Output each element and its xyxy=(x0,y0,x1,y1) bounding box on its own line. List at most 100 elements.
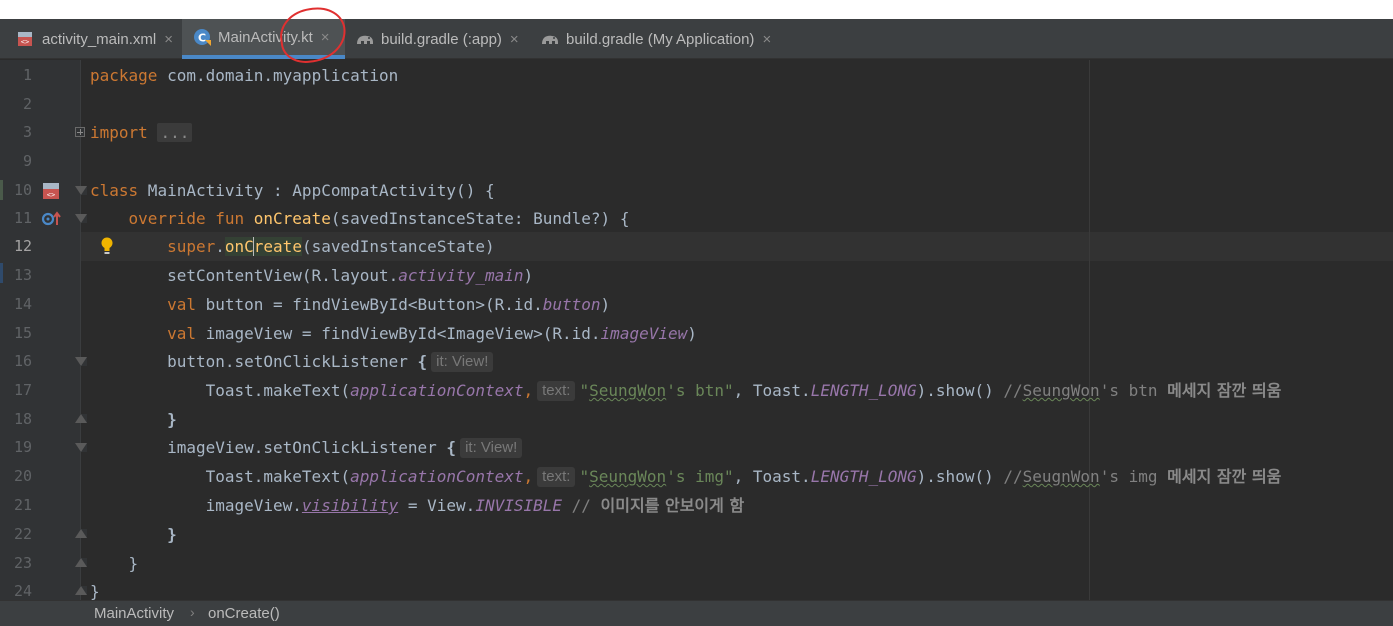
line-number: 16 xyxy=(13,352,32,370)
breadcrumb-class[interactable]: MainActivity xyxy=(94,605,174,622)
tab-activity-main-xml[interactable]: <> activity_main.xml × xyxy=(0,19,182,59)
code-text: ).show() xyxy=(916,467,994,486)
line-number: 21 xyxy=(13,496,32,514)
line-number: 12 xyxy=(13,237,32,255)
string-quote: " xyxy=(579,381,590,400)
code-text: Toast.makeText( xyxy=(205,381,351,400)
string-typo: SeungWon xyxy=(589,467,667,486)
function-name: onCreate xyxy=(253,209,331,228)
line-number: 13 xyxy=(13,266,32,284)
kotlin-class-icon: C xyxy=(194,29,211,46)
code-text: imageView.setOnClickListener xyxy=(167,438,447,457)
inlay-hint: it: View! xyxy=(460,438,523,458)
code-text: setContentView(R.layout. xyxy=(167,266,399,285)
code-line: 23 } xyxy=(0,549,1393,578)
editor-tab-bar: <> activity_main.xml × C MainActivity.kt… xyxy=(0,19,1393,59)
line-number: 14 xyxy=(13,295,32,313)
tab-build-gradle-project[interactable]: build.gradle (My Application) × xyxy=(530,19,800,59)
code-text: ) xyxy=(687,324,697,343)
line-number: 20 xyxy=(13,467,32,485)
code-text: (savedInstanceState: Bundle?) { xyxy=(330,209,630,228)
code-text: } xyxy=(90,582,100,600)
code-line: 1 package com.domain.myapplication xyxy=(0,61,1393,90)
code-text: ) xyxy=(523,266,534,285)
line-number: 11 xyxy=(13,209,32,227)
keyword: super xyxy=(167,237,216,256)
fold-end-icon[interactable] xyxy=(75,586,87,595)
code-line: 20 Toast.makeText(applicationContext, tex… xyxy=(0,462,1393,491)
lambda-brace: { xyxy=(446,438,457,457)
line-number: 2 xyxy=(22,95,32,113)
string-literal: 's btn" xyxy=(666,381,734,400)
code-line: 24 } xyxy=(0,577,1393,600)
code-line: 17 Toast.makeText(applicationContext, tex… xyxy=(0,376,1393,405)
code-line: 11 override fun onCreate(savedInstanceSt… xyxy=(0,204,1393,233)
folded-imports[interactable]: ... xyxy=(157,123,193,142)
layout-gutter-icon[interactable]: <> xyxy=(40,180,62,202)
fold-collapse-icon[interactable] xyxy=(75,186,87,195)
tab-build-gradle-app[interactable]: build.gradle (:app) × xyxy=(345,19,530,59)
code-text: imageView. xyxy=(205,496,302,515)
fold-end-icon[interactable] xyxy=(75,414,87,423)
comment: // xyxy=(562,496,601,515)
line-number: 9 xyxy=(22,152,32,170)
toolbar-device-selector[interactable] xyxy=(898,0,1058,20)
keyword: class xyxy=(90,181,139,200)
code-line: 16 button.setOnClickListener {it: View! xyxy=(0,347,1393,376)
breadcrumb: MainActivity › onCreate() xyxy=(0,600,1393,626)
code-line: 2 xyxy=(0,90,1393,119)
line-number: 10 xyxy=(13,181,32,199)
fold-collapse-icon[interactable] xyxy=(75,357,87,366)
close-tab-icon[interactable]: × xyxy=(510,31,519,48)
comment-korean: 이미지를 안보이게 함 xyxy=(600,496,745,515)
code-line: 3 import ... xyxy=(0,118,1393,147)
line-number: 23 xyxy=(13,554,32,572)
svg-text:<>: <> xyxy=(47,191,55,199)
line-number: 17 xyxy=(13,381,32,399)
comment: // xyxy=(993,467,1023,486)
keyword: val xyxy=(167,324,196,343)
fold-collapse-icon[interactable] xyxy=(75,443,87,452)
fold-expand-icon[interactable] xyxy=(75,127,85,137)
line-number: 3 xyxy=(22,123,32,141)
synthetic-property: visibility xyxy=(301,496,399,515)
function-name: onC xyxy=(224,237,254,256)
resource-ref: button xyxy=(542,295,601,314)
comment-typo: SeungWon xyxy=(1022,381,1100,400)
code-text: Toast.makeText( xyxy=(205,467,351,486)
code-text: button = findViewById<Button>(R.id. xyxy=(195,295,543,314)
close-tab-icon[interactable]: × xyxy=(762,31,771,48)
code-text: ).show() xyxy=(916,381,994,400)
fold-end-icon[interactable] xyxy=(75,558,87,567)
tab-label: build.gradle (:app) xyxy=(381,30,502,48)
code-text: MainActivity : AppCompatActivity() { xyxy=(138,181,495,200)
code-line: 21 imageView.visibility = View.INVISIBLE… xyxy=(0,491,1393,520)
constant-ref: LENGTH_LONG xyxy=(810,467,917,486)
string-typo: SeungWon xyxy=(589,381,667,400)
keyword: val xyxy=(167,295,196,314)
fold-end-icon[interactable] xyxy=(75,529,87,538)
code-text: } xyxy=(128,554,139,573)
override-method-icon[interactable] xyxy=(40,208,62,230)
string-quote: " xyxy=(579,467,590,486)
string-literal: 's img" xyxy=(666,467,734,486)
code-line: 13 setContentView(R.layout.activity_main… xyxy=(0,261,1393,290)
comment: 's btn xyxy=(1099,381,1168,400)
svg-text:C: C xyxy=(198,32,206,45)
code-editor[interactable]: 1 package com.domain.myapplication 2 3 i… xyxy=(0,60,1393,600)
keyword: package xyxy=(90,66,158,85)
fold-collapse-icon[interactable] xyxy=(75,214,87,223)
inlay-hint: text: xyxy=(537,381,576,401)
resource-ref: activity_main xyxy=(398,266,524,285)
breadcrumb-method[interactable]: onCreate() xyxy=(208,605,280,622)
code-text: . xyxy=(215,237,225,256)
code-line: 15 val imageView = findViewById<ImageVie… xyxy=(0,319,1393,348)
toolbar-dropdown[interactable] xyxy=(800,0,890,20)
code-line-current: 12 super.onCreate(savedInstanceState) xyxy=(0,232,1393,261)
comma: , xyxy=(523,381,534,400)
xml-layout-icon: <> xyxy=(18,32,32,46)
comment-typo: SeugnWon xyxy=(1022,467,1100,486)
tab-label: activity_main.xml xyxy=(42,30,157,48)
close-tab-icon[interactable]: × xyxy=(164,31,173,48)
property-ref: applicationContext xyxy=(350,381,524,400)
